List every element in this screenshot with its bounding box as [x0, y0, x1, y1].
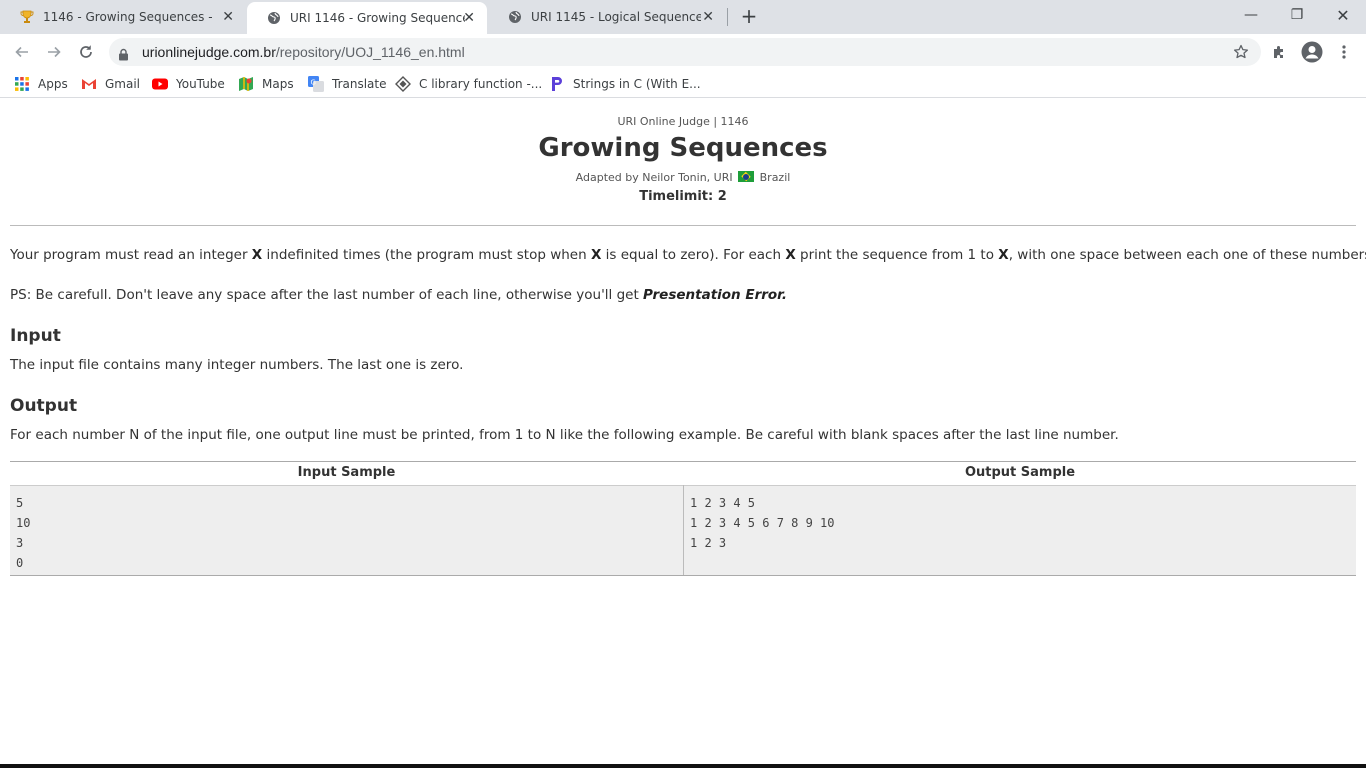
bookmark-maps[interactable]: Maps	[238, 75, 294, 93]
back-arrow-icon	[15, 46, 28, 58]
restore-button[interactable]: ❐	[1274, 0, 1320, 30]
forward-arrow-icon	[48, 46, 61, 58]
bookmark-strings-in-c[interactable]: Strings in C (With E...	[549, 75, 701, 93]
apps-grid-icon	[14, 76, 30, 92]
minimize-button[interactable]: —	[1228, 0, 1274, 30]
bookmark-label: Strings in C (With E...	[573, 77, 701, 91]
tab-1146-growing-sequences-uri[interactable]: 1146 - Growing Sequences - URI ✕	[0, 0, 246, 34]
bookmarks-bar: Apps Gmail YouTube Maps G Translate C li…	[0, 70, 1366, 98]
bookmark-label: YouTube	[176, 77, 225, 91]
menu-kebab-icon[interactable]	[1332, 40, 1356, 64]
input-text: The input file contains many integer num…	[10, 357, 464, 373]
url-text: urionlinejudge.com.br/repository/UOJ_114…	[142, 44, 465, 60]
input-sample-line: 0	[16, 556, 24, 570]
back-button[interactable]	[10, 40, 34, 64]
output-text: For each number N of the input file, one…	[10, 427, 1119, 443]
input-sample-line: 3	[16, 536, 24, 550]
output-sample-line: 1 2 3 4 5	[690, 496, 756, 510]
output-sample-cell: 1 2 3 4 5 1 2 3 4 5 6 7 8 9 10 1 2 3	[684, 485, 1356, 575]
reload-button[interactable]	[74, 40, 98, 64]
url-host: urionlinejudge.com.br	[142, 44, 276, 60]
description-paragraph-2: PS: Be carefull. Don't leave any space a…	[10, 287, 788, 303]
tab-close-icon[interactable]: ✕	[702, 9, 714, 25]
new-tab-button[interactable]: +	[737, 4, 761, 28]
sample-table: Input Sample Output Sample 5 10 3 0 1 2 …	[10, 461, 1356, 576]
page-title: Growing Sequences	[538, 133, 828, 163]
description-paragraph-1: Your program must read an integer X inde…	[10, 247, 1366, 263]
profile-avatar-icon[interactable]	[1300, 40, 1324, 64]
url-path: /repository/UOJ_1146_en.html	[275, 44, 465, 60]
bookmark-label: Apps	[38, 77, 68, 91]
timelimit: Timelimit: 2	[639, 189, 727, 204]
close-window-button[interactable]: ✕	[1320, 0, 1366, 30]
tab-title: 1146 - Growing Sequences - URI	[43, 10, 215, 24]
translate-icon: G	[308, 76, 324, 92]
programiz-icon	[549, 76, 565, 92]
tab-title: URI 1146 - Growing Sequences	[290, 11, 465, 25]
svg-text:G: G	[311, 79, 316, 87]
input-sample-line: 5	[16, 496, 24, 510]
input-sample-line: 10	[16, 516, 31, 530]
lock-icon[interactable]	[118, 46, 129, 65]
brazil-flag-icon	[738, 171, 755, 182]
tab-uri-1145-logical-sequence-2[interactable]: URI 1145 - Logical Sequence 2 ✕	[488, 0, 726, 34]
bookmark-star-icon[interactable]	[1233, 44, 1249, 64]
extensions-puzzle-icon[interactable]	[1267, 40, 1291, 64]
bookmark-youtube[interactable]: YouTube	[152, 75, 225, 93]
browser-toolbar: urionlinejudge.com.br/repository/UOJ_114…	[0, 34, 1366, 70]
tab-separator	[727, 8, 728, 26]
reload-icon	[80, 45, 92, 58]
gmail-icon	[81, 76, 97, 92]
bookmark-gmail[interactable]: Gmail	[81, 75, 140, 93]
adapted-country: Brazil	[759, 171, 791, 184]
adapted-author: Adapted by Neilor Tonin, URI	[575, 171, 733, 184]
adapted-by: Adapted by Neilor Tonin, URI Brazil	[0, 171, 1366, 184]
output-sample-line: 1 2 3 4 5 6 7 8 9 10	[690, 516, 835, 530]
tab-title: URI 1145 - Logical Sequence 2	[531, 10, 701, 24]
bookmark-apps[interactable]: Apps	[14, 75, 68, 93]
diamond-icon	[395, 76, 411, 92]
header-divider	[10, 225, 1356, 226]
input-heading: Input	[10, 326, 61, 346]
output-heading: Output	[10, 396, 78, 416]
maps-icon	[238, 76, 254, 92]
bookmark-label: C library function -...	[419, 77, 543, 91]
bookmark-label: Translate	[332, 77, 387, 91]
youtube-icon	[152, 76, 168, 92]
output-sample-line: 1 2 3	[690, 536, 727, 550]
tab-uri-1146-growing-sequences[interactable]: URI 1146 - Growing Sequences ✕	[247, 2, 487, 34]
bookmark-translate[interactable]: G Translate	[308, 75, 387, 93]
site-line: URI Online Judge | 1146	[617, 115, 749, 128]
bookmark-label: Gmail	[105, 77, 141, 91]
globe-icon	[508, 10, 522, 24]
tab-close-icon[interactable]: ✕	[463, 10, 475, 26]
output-sample-header: Output Sample	[964, 465, 1076, 480]
tab-close-icon[interactable]: ✕	[222, 9, 234, 25]
globe-icon	[267, 11, 281, 25]
input-sample-header: Input Sample	[297, 465, 396, 480]
page-content: URI Online Judge | 1146 Growing Sequence…	[0, 102, 1366, 766]
address-bar[interactable]: urionlinejudge.com.br/repository/UOJ_114…	[109, 38, 1261, 66]
tab-strip: 1146 - Growing Sequences - URI ✕ URI 114…	[0, 0, 1366, 34]
trophy-icon	[20, 10, 34, 24]
input-sample-cell: 5 10 3 0	[10, 485, 683, 575]
forward-button[interactable]	[42, 40, 66, 64]
bookmark-label: Maps	[262, 77, 294, 91]
bookmark-c-library-function[interactable]: C library function -...	[395, 75, 542, 93]
taskbar-edge	[0, 764, 1366, 768]
